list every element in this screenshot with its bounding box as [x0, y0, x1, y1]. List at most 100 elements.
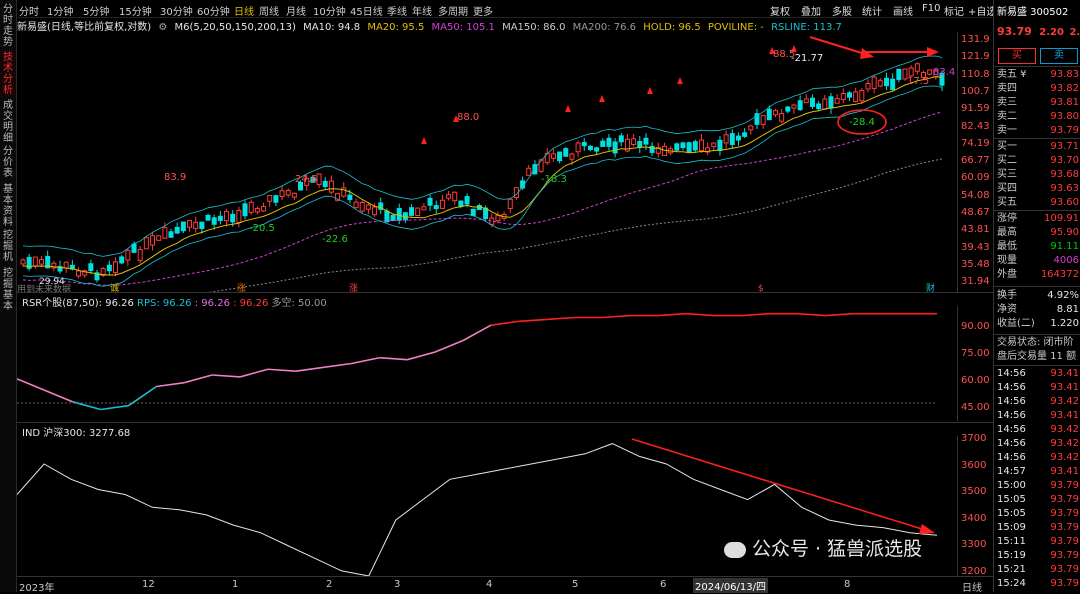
period-monthly[interactable]: 月线 [286, 3, 306, 18]
period-1min[interactable]: 1分钟 [47, 3, 73, 18]
candle-body [217, 215, 223, 221]
signal-triangle [647, 87, 653, 94]
row-label: 收益(二) [997, 318, 1035, 329]
candle-body [631, 138, 637, 146]
candle-body [828, 96, 834, 109]
tool-draw-line[interactable]: 画线 [893, 3, 913, 18]
candle-body [193, 221, 199, 229]
annot-24-6: 24.6 [295, 174, 317, 185]
candle-body [143, 237, 149, 250]
period-30min[interactable]: 30分钟 [160, 3, 193, 18]
row-value: 93.79 [1050, 564, 1079, 575]
candle-body [273, 195, 279, 203]
tab-dig[interactable]: 挖掘机 [1, 230, 15, 263]
tool-overlay[interactable]: 叠加 [801, 3, 821, 18]
candle-body [557, 151, 563, 162]
candle-body [236, 210, 242, 223]
candle-body [612, 141, 618, 154]
x-label: 8 [844, 579, 851, 590]
signal-triangle [677, 77, 683, 84]
candle-body [76, 270, 82, 277]
tab-basic-info[interactable]: 基本资料 [1, 184, 15, 228]
sell-button[interactable]: 卖 [1040, 48, 1078, 64]
candle-body [822, 98, 828, 110]
period-toolbar: 分时 1分钟 5分钟 15分钟 30分钟 60分钟 日线 周线 月线 10分钟 … [17, 0, 1011, 18]
y-tick-label: 131.9 [961, 34, 990, 45]
candle-body [248, 201, 254, 213]
tab-price-table[interactable]: 分价表 [1, 146, 15, 179]
row-label: 外盘 [997, 269, 1017, 280]
asks-row: 卖三 93.81 [997, 96, 1079, 109]
candle-body [365, 204, 371, 210]
candle-body [242, 203, 248, 217]
candle-body [156, 235, 162, 241]
y-tick-label: 3300 [961, 539, 987, 550]
period-more[interactable]: 更多 [473, 3, 493, 18]
period-quarterly[interactable]: 季线 [387, 3, 407, 18]
row-value: 93.80 [1050, 111, 1079, 122]
y-tick-label: 75.00 [961, 348, 990, 359]
candle-body [396, 208, 402, 221]
tool-f10[interactable]: F10 [922, 3, 940, 14]
row-label: 14:56 [997, 452, 1026, 463]
tab-dig-basic[interactable]: 挖掘基本 [1, 268, 15, 312]
y-tick-label: 82.43 [961, 120, 990, 132]
rsr-line-segment [295, 366, 324, 372]
period-45day[interactable]: 45日线 [350, 3, 383, 18]
candle-body [279, 190, 285, 197]
candle-body [729, 133, 735, 145]
bids-row: 买四 93.63 [997, 182, 1079, 195]
candle-body [649, 145, 655, 153]
tool-mark[interactable]: 标记 [944, 3, 964, 18]
period-timeshare[interactable]: 分时 [19, 3, 39, 18]
tool-restore-rights[interactable]: 复权 [770, 3, 790, 18]
rsr-line-segment [741, 312, 770, 317]
candle-body [927, 69, 933, 75]
candle-body [883, 77, 889, 87]
ticks-row: 15:05 93.79 [997, 507, 1079, 520]
y-tick-label: 3400 [961, 512, 987, 524]
indicator-info-line: 新易盛(日线,等比前复权,对数) ⚙ M6(5,20,50,150,200,13… [17, 18, 992, 33]
candle-body [137, 249, 143, 261]
candle-body [409, 207, 415, 216]
period-multi[interactable]: 多周期 [438, 3, 468, 18]
row-label: 最低 [997, 241, 1017, 252]
candle-body [353, 201, 359, 209]
period-15min[interactable]: 15分钟 [119, 3, 152, 18]
tab-technical-analysis[interactable]: 技术分析 [1, 52, 15, 96]
candle-body [199, 221, 205, 229]
period-5min[interactable]: 5分钟 [83, 3, 109, 18]
candle-body [643, 137, 649, 145]
tab-timeshare[interactable]: 分时走势 [1, 4, 15, 48]
candle-body [446, 194, 452, 199]
period-10min[interactable]: 10分钟 [313, 3, 346, 18]
period-daily[interactable]: 日线 [234, 3, 254, 18]
y-tick-label: 31.94 [961, 276, 990, 288]
buy-button[interactable]: 买 [998, 48, 1036, 64]
main-kline-chart[interactable]: 83.9 -20.5 24.6 -22.6 88.0 -18.3 88.5 -2… [17, 32, 955, 292]
bids-row: 买二 93.70 [997, 154, 1079, 167]
marker-zhang2: 涨 [349, 283, 358, 292]
rsr-line-segment [239, 368, 269, 378]
tab-trade-detail[interactable]: 成交明细 [1, 100, 15, 144]
row-label: 15:09 [997, 522, 1026, 533]
x-label: 4 [486, 579, 493, 590]
y-tick-label: 60.09 [961, 172, 990, 184]
rsr-line-segment [518, 318, 547, 323]
rsr-line-segment [184, 374, 213, 384]
candle-body [458, 200, 464, 207]
y-tick-label: 60.00 [961, 375, 990, 386]
period-60min[interactable]: 60分钟 [197, 3, 230, 18]
candle-body [717, 139, 723, 151]
marker-zhang: 涨 [237, 283, 246, 292]
stock-title: 新易盛 300502 [997, 7, 1069, 18]
period-weekly[interactable]: 周线 [259, 3, 279, 18]
period-yearly[interactable]: 年线 [412, 3, 432, 18]
ticks-row: 15:11 93.79 [997, 535, 1079, 548]
row-value: 93.41 [1050, 382, 1079, 393]
rsr-chart[interactable] [17, 306, 955, 421]
candle-body [581, 142, 587, 147]
tool-statistics[interactable]: 统计 [862, 3, 882, 18]
y-tick-label: 100.7 [961, 85, 990, 97]
tool-multi-stock[interactable]: 多股 [832, 3, 852, 18]
